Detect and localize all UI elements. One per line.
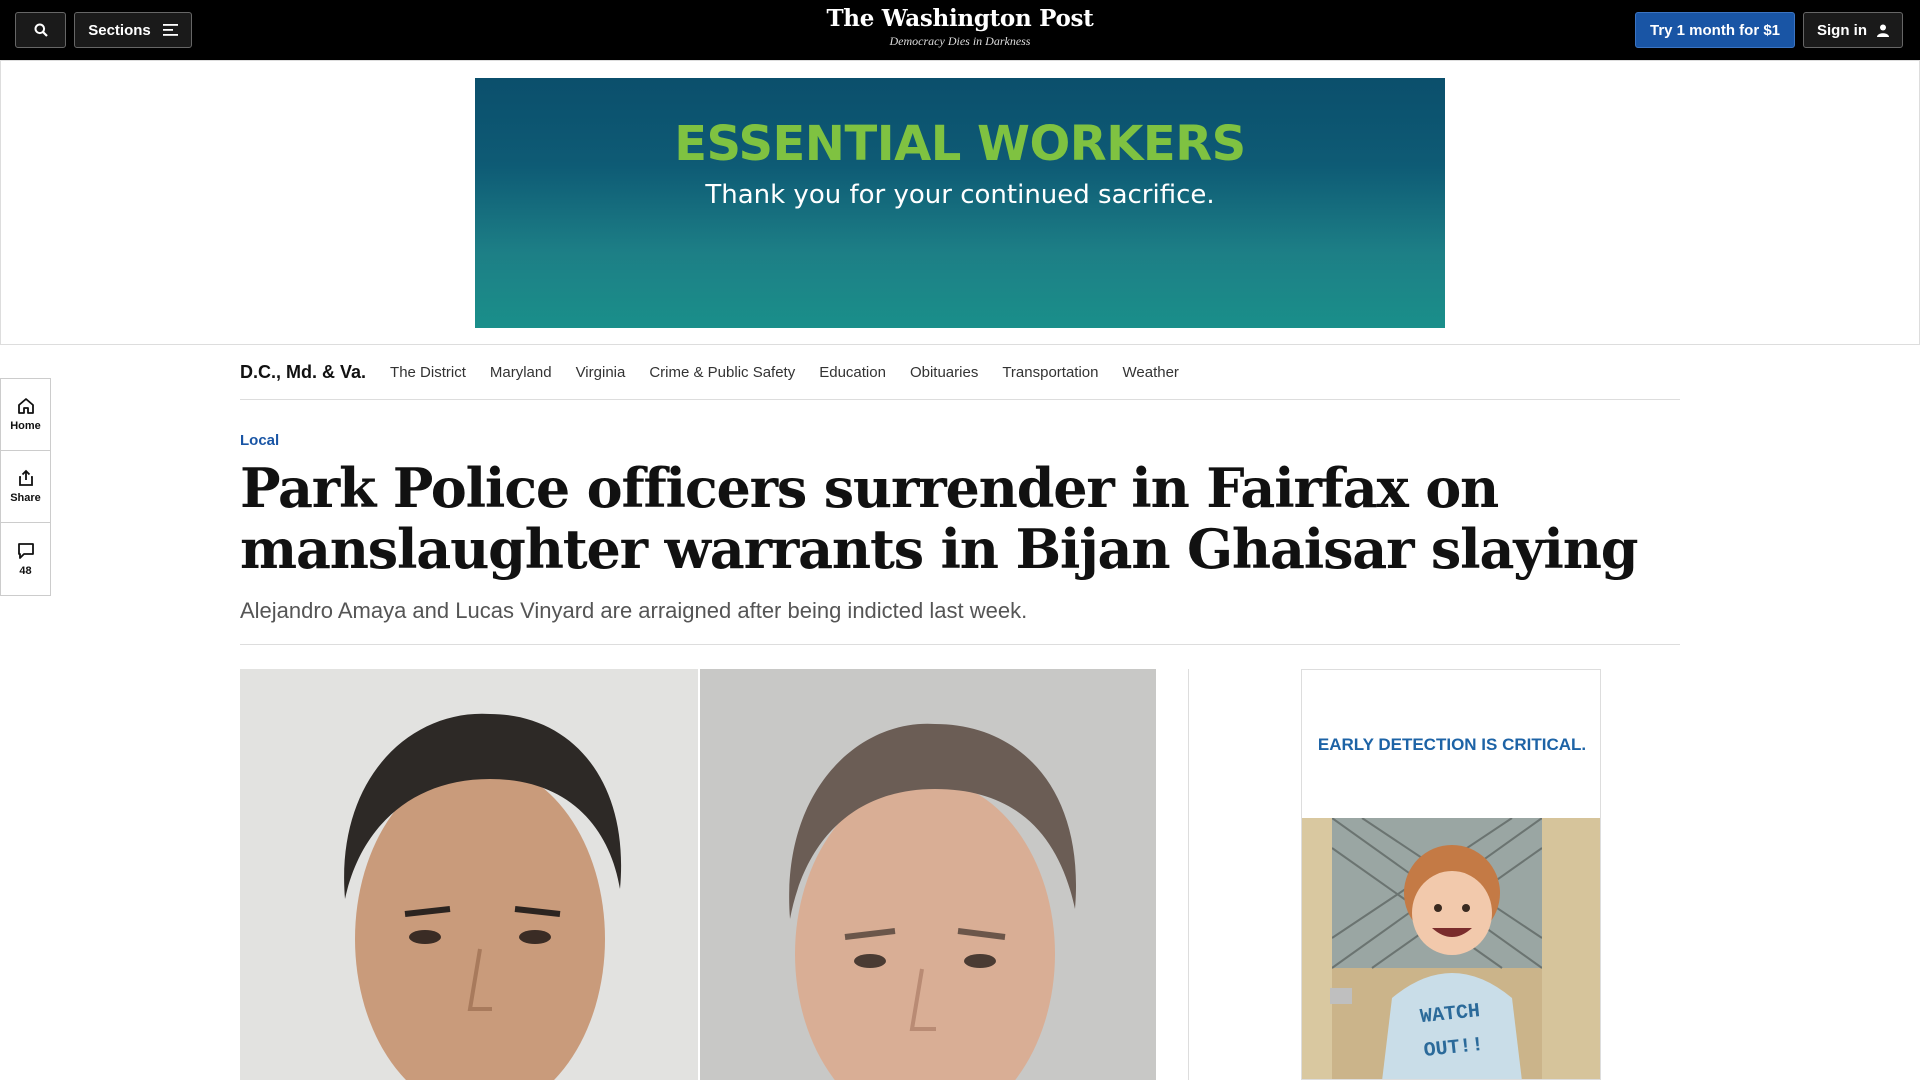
search-button[interactable] xyxy=(15,12,66,48)
ad-headline: ESSENTIAL WORKERS xyxy=(674,116,1246,172)
sidebar-ad-photo: WATCH OUT!! xyxy=(1302,818,1600,1079)
ad-subtext: Thank you for your continued sacrifice. xyxy=(705,180,1215,210)
user-icon xyxy=(1877,24,1889,37)
section-nav-item-education[interactable]: Education xyxy=(819,364,886,381)
share-icon xyxy=(18,469,33,486)
sidebar-ad[interactable]: EARLY DETECTION IS CRITICAL. WATCH OUT!! xyxy=(1301,669,1601,1080)
column-divider xyxy=(1188,669,1189,1080)
masthead[interactable]: The Washington Post Democracy Dies in Da… xyxy=(810,5,1110,49)
shirt-text: WATCH OUT!! xyxy=(1419,1000,1485,1063)
sign-in-label: Sign in xyxy=(1817,21,1867,39)
comments-button[interactable]: 48 xyxy=(1,523,50,595)
section-nav-item-the-district[interactable]: The District xyxy=(390,364,466,381)
sign-in-button[interactable]: Sign in xyxy=(1803,12,1903,48)
search-icon xyxy=(34,23,48,37)
sections-label: Sections xyxy=(88,21,151,39)
section-nav-item-virginia[interactable]: Virginia xyxy=(576,364,626,381)
home-label: Home xyxy=(10,420,41,432)
top-navigation-bar: Sections The Washington Post Democracy D… xyxy=(0,0,1920,60)
mugshot-illustration-right xyxy=(700,669,1156,1080)
lead-photo-left[interactable] xyxy=(240,669,698,1080)
sections-menu-button[interactable]: Sections xyxy=(74,12,192,48)
article-kicker[interactable]: Local xyxy=(240,432,279,449)
section-nav-item-maryland[interactable]: Maryland xyxy=(490,364,552,381)
section-navigation: D.C., Md. & Va. The District Maryland Vi… xyxy=(240,345,1680,400)
section-nav-item-crime[interactable]: Crime & Public Safety xyxy=(649,364,795,381)
subscribe-button[interactable]: Try 1 month for $1 xyxy=(1635,12,1795,48)
mugshot-illustration-left xyxy=(240,669,698,1080)
hamburger-icon xyxy=(162,24,178,36)
section-nav-main[interactable]: D.C., Md. & Va. xyxy=(240,362,366,383)
site-tagline: Democracy Dies in Darkness xyxy=(889,34,1031,48)
lead-photo-right[interactable] xyxy=(700,669,1156,1080)
comment-icon xyxy=(17,542,34,559)
home-icon xyxy=(17,398,34,414)
sidebar-ad-text: EARLY DETECTION IS CRITICAL. xyxy=(1317,735,1587,754)
share-label: Share xyxy=(10,492,41,504)
section-nav-item-weather[interactable]: Weather xyxy=(1123,364,1179,381)
section-nav-item-transportation[interactable]: Transportation xyxy=(1002,364,1098,381)
header-divider xyxy=(240,644,1680,645)
left-action-rail: Home Share 48 xyxy=(0,378,51,596)
site-logo[interactable]: The Washington Post xyxy=(810,5,1110,32)
home-button[interactable]: Home xyxy=(1,379,50,451)
share-button[interactable]: Share xyxy=(1,451,50,523)
essential-workers-ad[interactable]: ESSENTIAL WORKERS Thank you for your con… xyxy=(475,78,1445,328)
section-nav-item-obituaries[interactable]: Obituaries xyxy=(910,364,978,381)
article-subhead: Alejandro Amaya and Lucas Vinyard are ar… xyxy=(240,598,1028,623)
comment-count: 48 xyxy=(19,564,32,577)
article-headline: Park Police officers surrender in Fairfa… xyxy=(240,456,1639,581)
